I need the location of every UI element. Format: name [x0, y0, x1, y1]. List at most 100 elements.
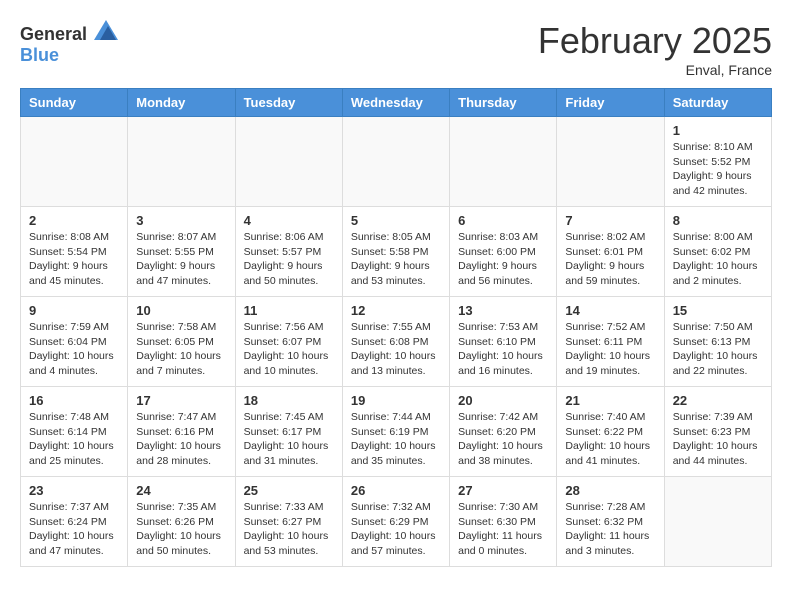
calendar-cell: 14 Sunrise: 7:52 AM Sunset: 6:11 PM Dayli… [557, 297, 664, 387]
day-info: Sunrise: 7:48 AM Sunset: 6:14 PM Dayligh… [29, 410, 119, 469]
calendar-cell: 11 Sunrise: 7:56 AM Sunset: 6:07 PM Dayli… [235, 297, 342, 387]
day-info: Sunrise: 7:42 AM Sunset: 6:20 PM Dayligh… [458, 410, 548, 469]
logo: General Blue [20, 20, 118, 66]
calendar-cell [664, 477, 771, 567]
day-number: 1 [673, 123, 763, 138]
day-number: 3 [136, 213, 226, 228]
weekday-header-saturday: Saturday [664, 89, 771, 117]
calendar-cell [128, 117, 235, 207]
calendar-cell: 5Sunrise: 8:05 AM Sunset: 5:58 PM Daylig… [342, 207, 449, 297]
calendar-cell: 19Sunrise: 7:44 AM Sunset: 6:19 PM Dayli… [342, 387, 449, 477]
calendar-cell: 28 Sunrise: 7:28 AM Sunset: 6:32 PM Dayli… [557, 477, 664, 567]
calendar-cell: 6 Sunrise: 8:03 AM Sunset: 6:00 PM Daylig… [450, 207, 557, 297]
calendar-cell: 17 Sunrise: 7:47 AM Sunset: 6:16 PM Dayli… [128, 387, 235, 477]
weekday-header-tuesday: Tuesday [235, 89, 342, 117]
day-number: 13 [458, 303, 548, 318]
day-number: 28 [565, 483, 655, 498]
day-info: Sunrise: 7:58 AM Sunset: 6:05 PM Dayligh… [136, 320, 226, 379]
calendar-cell [235, 117, 342, 207]
calendar-cell: 25 Sunrise: 7:33 AM Sunset: 6:27 PM Dayli… [235, 477, 342, 567]
calendar-cell: 23 Sunrise: 7:37 AM Sunset: 6:24 PM Dayli… [21, 477, 128, 567]
logo-blue: Blue [20, 45, 59, 65]
calendar-cell: 7 Sunrise: 8:02 AM Sunset: 6:01 PM Daylig… [557, 207, 664, 297]
day-number: 24 [136, 483, 226, 498]
title-area: February 2025 Enval, France [538, 20, 772, 78]
calendar-cell: 8Sunrise: 8:00 AM Sunset: 6:02 PM Daylig… [664, 207, 771, 297]
day-info: Sunrise: 7:50 AM Sunset: 6:13 PM Dayligh… [673, 320, 763, 379]
calendar-cell [342, 117, 449, 207]
day-number: 23 [29, 483, 119, 498]
day-number: 16 [29, 393, 119, 408]
calendar-cell: 20Sunrise: 7:42 AM Sunset: 6:20 PM Dayli… [450, 387, 557, 477]
calendar-cell: 3Sunrise: 8:07 AM Sunset: 5:55 PM Daylig… [128, 207, 235, 297]
week-row-5: 23 Sunrise: 7:37 AM Sunset: 6:24 PM Dayli… [21, 477, 772, 567]
day-number: 26 [351, 483, 441, 498]
day-number: 8 [673, 213, 763, 228]
day-info: Sunrise: 8:05 AM Sunset: 5:58 PM Dayligh… [351, 230, 441, 289]
calendar-cell: 16 Sunrise: 7:48 AM Sunset: 6:14 PM Dayli… [21, 387, 128, 477]
day-info: Sunrise: 7:37 AM Sunset: 6:24 PM Dayligh… [29, 500, 119, 559]
day-info: Sunrise: 8:03 AM Sunset: 6:00 PM Dayligh… [458, 230, 548, 289]
day-info: Sunrise: 7:47 AM Sunset: 6:16 PM Dayligh… [136, 410, 226, 469]
week-row-3: 9 Sunrise: 7:59 AM Sunset: 6:04 PM Daylig… [21, 297, 772, 387]
week-row-4: 16 Sunrise: 7:48 AM Sunset: 6:14 PM Dayli… [21, 387, 772, 477]
weekday-header-sunday: Sunday [21, 89, 128, 117]
day-number: 22 [673, 393, 763, 408]
day-info: Sunrise: 7:33 AM Sunset: 6:27 PM Dayligh… [244, 500, 334, 559]
calendar-cell [557, 117, 664, 207]
day-info: Sunrise: 7:35 AM Sunset: 6:26 PM Dayligh… [136, 500, 226, 559]
day-number: 10 [136, 303, 226, 318]
calendar-cell: 2 Sunrise: 8:08 AM Sunset: 5:54 PM Daylig… [21, 207, 128, 297]
day-info: Sunrise: 7:56 AM Sunset: 6:07 PM Dayligh… [244, 320, 334, 379]
day-info: Sunrise: 8:10 AM Sunset: 5:52 PM Dayligh… [673, 140, 763, 199]
calendar: SundayMondayTuesdayWednesdayThursdayFrid… [20, 88, 772, 567]
calendar-cell: 4 Sunrise: 8:06 AM Sunset: 5:57 PM Daylig… [235, 207, 342, 297]
weekday-header-friday: Friday [557, 89, 664, 117]
week-row-1: 1 Sunrise: 8:10 AM Sunset: 5:52 PM Daylig… [21, 117, 772, 207]
weekday-header-row: SundayMondayTuesdayWednesdayThursdayFrid… [21, 89, 772, 117]
calendar-cell: 18Sunrise: 7:45 AM Sunset: 6:17 PM Dayli… [235, 387, 342, 477]
calendar-cell: 27 Sunrise: 7:30 AM Sunset: 6:30 PM Dayli… [450, 477, 557, 567]
day-info: Sunrise: 7:30 AM Sunset: 6:30 PM Dayligh… [458, 500, 548, 559]
day-number: 21 [565, 393, 655, 408]
day-number: 4 [244, 213, 334, 228]
day-number: 14 [565, 303, 655, 318]
day-info: Sunrise: 8:06 AM Sunset: 5:57 PM Dayligh… [244, 230, 334, 289]
calendar-cell: 12Sunrise: 7:55 AM Sunset: 6:08 PM Dayli… [342, 297, 449, 387]
logo-icon [94, 20, 118, 40]
calendar-cell: 15Sunrise: 7:50 AM Sunset: 6:13 PM Dayli… [664, 297, 771, 387]
day-number: 27 [458, 483, 548, 498]
day-info: Sunrise: 7:53 AM Sunset: 6:10 PM Dayligh… [458, 320, 548, 379]
calendar-cell [21, 117, 128, 207]
day-number: 7 [565, 213, 655, 228]
day-info: Sunrise: 7:28 AM Sunset: 6:32 PM Dayligh… [565, 500, 655, 559]
day-info: Sunrise: 7:59 AM Sunset: 6:04 PM Dayligh… [29, 320, 119, 379]
day-info: Sunrise: 7:55 AM Sunset: 6:08 PM Dayligh… [351, 320, 441, 379]
day-number: 2 [29, 213, 119, 228]
location: Enval, France [538, 62, 772, 78]
weekday-header-monday: Monday [128, 89, 235, 117]
day-info: Sunrise: 8:08 AM Sunset: 5:54 PM Dayligh… [29, 230, 119, 289]
day-number: 6 [458, 213, 548, 228]
weekday-header-thursday: Thursday [450, 89, 557, 117]
day-number: 17 [136, 393, 226, 408]
calendar-cell: 13 Sunrise: 7:53 AM Sunset: 6:10 PM Dayli… [450, 297, 557, 387]
month-title: February 2025 [538, 20, 772, 62]
day-number: 11 [244, 303, 334, 318]
calendar-cell: 10 Sunrise: 7:58 AM Sunset: 6:05 PM Dayli… [128, 297, 235, 387]
day-info: Sunrise: 8:02 AM Sunset: 6:01 PM Dayligh… [565, 230, 655, 289]
calendar-cell: 21Sunrise: 7:40 AM Sunset: 6:22 PM Dayli… [557, 387, 664, 477]
calendar-cell [450, 117, 557, 207]
day-number: 25 [244, 483, 334, 498]
day-number: 18 [244, 393, 334, 408]
day-info: Sunrise: 7:32 AM Sunset: 6:29 PM Dayligh… [351, 500, 441, 559]
page-header: General Blue February 2025 Enval, France [20, 20, 772, 78]
weekday-header-wednesday: Wednesday [342, 89, 449, 117]
calendar-cell: 1 Sunrise: 8:10 AM Sunset: 5:52 PM Daylig… [664, 117, 771, 207]
day-info: Sunrise: 7:52 AM Sunset: 6:11 PM Dayligh… [565, 320, 655, 379]
calendar-cell: 9 Sunrise: 7:59 AM Sunset: 6:04 PM Daylig… [21, 297, 128, 387]
day-number: 19 [351, 393, 441, 408]
day-number: 9 [29, 303, 119, 318]
week-row-2: 2 Sunrise: 8:08 AM Sunset: 5:54 PM Daylig… [21, 207, 772, 297]
day-info: Sunrise: 7:39 AM Sunset: 6:23 PM Dayligh… [673, 410, 763, 469]
